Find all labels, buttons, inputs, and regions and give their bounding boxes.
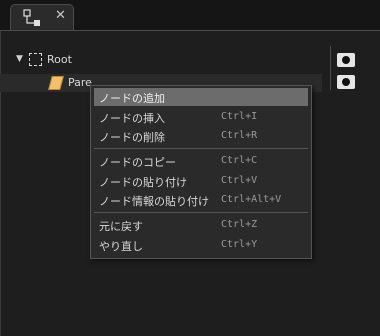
visibility-eye-icon[interactable]: [337, 75, 355, 89]
menu-item-label: ノードの挿入: [99, 112, 165, 125]
menu-item-shortcut: Ctrl+V: [221, 175, 258, 186]
menu-item-label: ノードの追加: [99, 92, 165, 105]
menu-item-delete-node[interactable]: ノードの削除 Ctrl+R: [94, 127, 308, 145]
menu-item-label: ノードのコピー: [99, 156, 176, 169]
menu-item-copy-node[interactable]: ノードのコピー Ctrl+C: [94, 152, 308, 170]
tree-row-label: Root: [47, 53, 72, 66]
menu-item-shortcut: Ctrl+I: [221, 111, 258, 122]
menu-item-label: ノードの貼り付け: [99, 176, 187, 189]
menu-item-label: ノード情報の貼り付け: [99, 195, 209, 208]
menu-item-redo[interactable]: やり直し Ctrl+Y: [94, 236, 308, 254]
root-node-icon: [29, 53, 42, 66]
tree-row-root[interactable]: ▼ Root: [0, 51, 380, 69]
menu-item-undo[interactable]: 元に戻す Ctrl+Z: [94, 216, 308, 234]
tab-node-graph[interactable]: ✕: [10, 4, 74, 30]
menu-item-shortcut: Ctrl+C: [221, 155, 258, 166]
menu-item-paste-node-info[interactable]: ノード情報の貼り付け Ctrl+Alt+V: [94, 191, 308, 209]
menu-item-insert-node[interactable]: ノードの挿入 Ctrl+I: [94, 108, 308, 126]
tree-row-label: Pare: [68, 76, 92, 89]
menu-item-paste-node[interactable]: ノードの貼り付け Ctrl+V: [94, 172, 308, 190]
menu-item-shortcut: Ctrl+Y: [221, 239, 258, 250]
menu-item-shortcut: Ctrl+Z: [221, 219, 258, 230]
column-divider: [330, 46, 331, 90]
menu-item-add-node[interactable]: ノードの追加: [94, 88, 308, 106]
menu-separator: [94, 212, 308, 213]
expand-arrow-icon[interactable]: ▼: [16, 54, 23, 64]
context-menu: ノードの追加 ノードの挿入 Ctrl+I ノードの削除 Ctrl+R ノードのコ…: [90, 85, 312, 259]
node-graph-icon: [23, 9, 40, 26]
menu-item-label: ノードの削除: [99, 131, 165, 144]
tab-bar: ✕: [0, 0, 380, 30]
node-icon: [48, 76, 64, 90]
menu-item-label: 元に戻す: [99, 220, 143, 233]
visibility-eye-icon[interactable]: [337, 53, 355, 67]
menu-item-shortcut: Ctrl+Alt+V: [221, 194, 282, 205]
menu-item-label: やり直し: [99, 240, 143, 253]
menu-separator: [94, 148, 308, 149]
close-icon[interactable]: ✕: [55, 8, 66, 24]
menu-item-shortcut: Ctrl+R: [221, 130, 258, 141]
